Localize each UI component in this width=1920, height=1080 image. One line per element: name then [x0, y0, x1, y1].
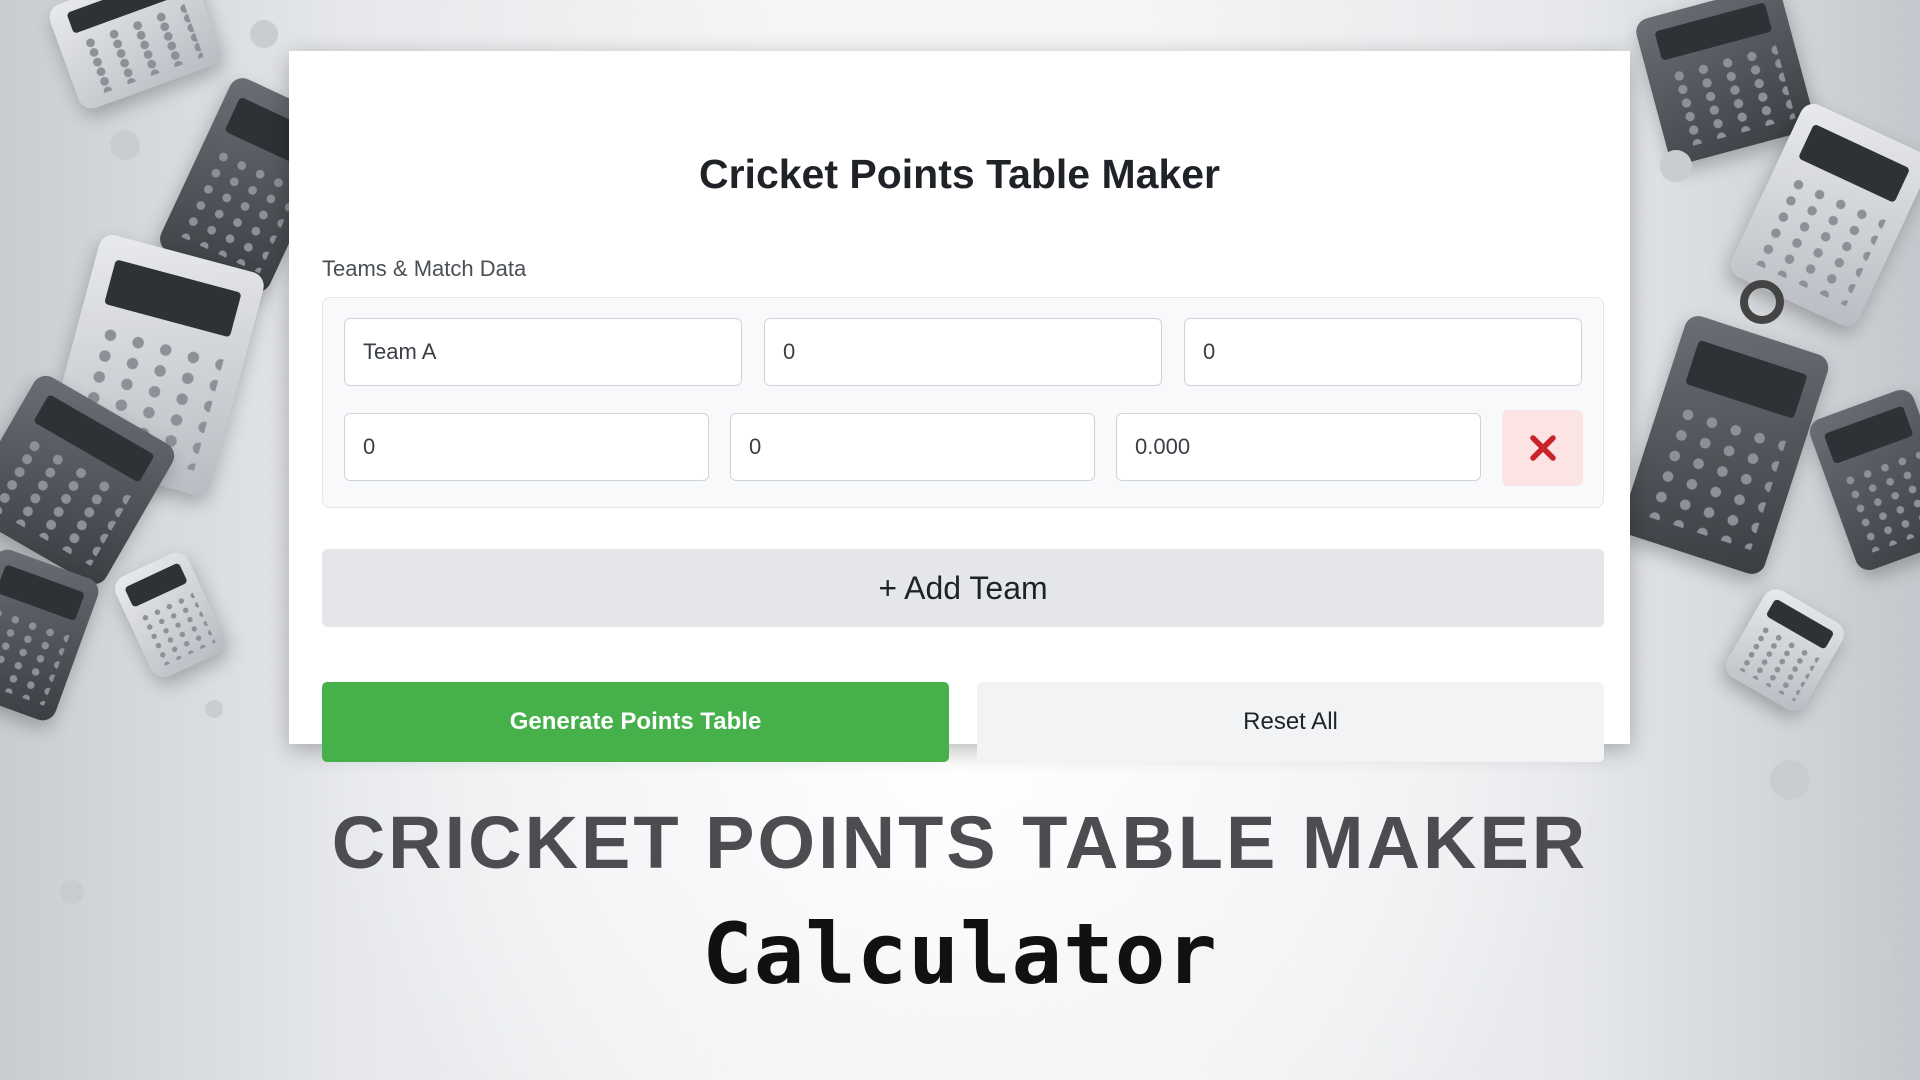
banner-subtitle: Calculator	[702, 905, 1218, 1003]
matches-tied-input[interactable]	[730, 413, 1095, 481]
matches-won-input[interactable]	[1184, 318, 1582, 386]
section-label: Teams & Match Data	[322, 256, 527, 281]
confetti	[1660, 150, 1692, 182]
matches-lost-input[interactable]	[344, 413, 709, 481]
confetti	[1740, 280, 1784, 324]
confetti	[205, 700, 223, 718]
calculator-card: Cricket Points Table Maker Teams & Match…	[289, 51, 1630, 762]
reset-all-button[interactable]: Reset All	[977, 682, 1604, 762]
net-run-rate-input[interactable]	[1116, 413, 1481, 481]
add-team-button[interactable]: + Add Team	[322, 549, 1604, 627]
confetti	[250, 20, 278, 48]
remove-team-button[interactable]	[1502, 410, 1583, 486]
calculator-image	[43, 231, 267, 499]
confetti	[1770, 760, 1810, 800]
team-row	[322, 297, 1604, 508]
team-name-input[interactable]	[344, 318, 742, 386]
calculator-image	[1633, 0, 1817, 167]
calculator-image	[1721, 584, 1849, 716]
matches-played-input[interactable]	[764, 318, 1162, 386]
calculator-image	[0, 545, 103, 725]
close-icon	[1529, 435, 1556, 461]
calculator-image	[0, 370, 180, 590]
card-title: Cricket Points Table Maker	[698, 151, 1221, 197]
generate-points-table-button[interactable]: Generate Points Table	[322, 682, 949, 762]
calculator-image	[45, 0, 225, 113]
confetti	[110, 130, 140, 160]
banner-title: CRICKET POINTS TABLE MAKER	[331, 801, 1589, 884]
calculator-image	[110, 548, 230, 682]
calculator-image	[1726, 99, 1920, 331]
calculator-image	[1805, 386, 1920, 574]
calculator-image	[1618, 312, 1832, 578]
